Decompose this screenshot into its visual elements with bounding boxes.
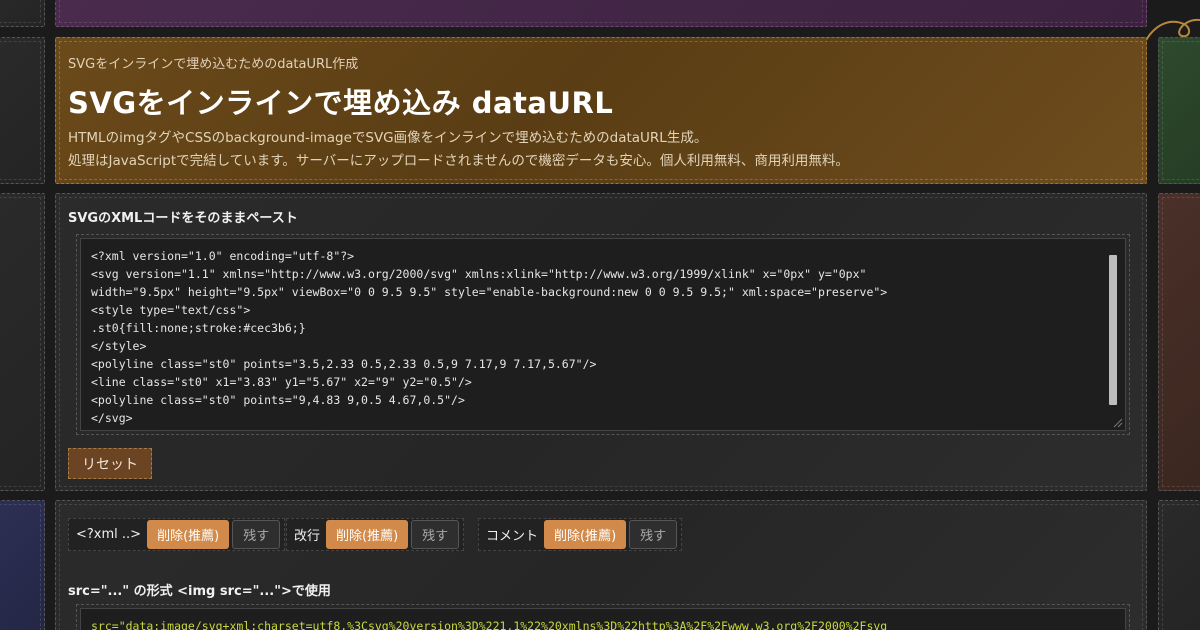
newline-remove-button[interactable]: 削除(推薦) (326, 520, 409, 549)
bg-panel-left-2 (0, 193, 45, 491)
code-line: <polyline class="st0" points="3.5,2.33 0… (91, 357, 597, 371)
option-xml-declaration: <?xml ..> 削除(推薦) 残す (68, 518, 286, 551)
bg-panel-right-green (1158, 37, 1200, 184)
code-line: width="9.5px" height="9.5px" viewBox="0 … (91, 285, 888, 299)
page-subtitle: SVGをインラインで埋め込むためのdataURL作成 (68, 57, 359, 72)
bg-panel-right-brown (1158, 193, 1200, 491)
code-line: <style type="text/css"> (91, 303, 251, 317)
output-code-box[interactable]: src="data:image/svg+xml;charset=utf8,%3C… (76, 604, 1130, 630)
xml-remove-button[interactable]: 削除(推薦) (147, 520, 230, 549)
svg-code-content: <?xml version="1.0" encoding="utf-8"?> <s… (91, 247, 1115, 427)
output-code-content: src="data:image/svg+xml;charset=utf8,%3C… (91, 619, 888, 630)
comment-remove-button[interactable]: 削除(推薦) (544, 520, 627, 549)
bg-panel-top-purple (55, 0, 1147, 27)
option-newline-label: 改行 (294, 529, 321, 544)
decorative-curl-icon (1143, 18, 1200, 45)
bg-panel-right-3 (1158, 500, 1200, 630)
description-line-1: HTMLのimgタグやCSSのbackground-imageでSVG画像をイン… (68, 130, 708, 146)
option-comment: コメント 削除(推薦) 残す (478, 518, 683, 551)
description-line-2: 処理はJavaScriptで完結しています。サーバーにアップロードされませんので… (68, 153, 849, 169)
svg-code-textarea[interactable]: <?xml version="1.0" encoding="utf-8"?> <s… (76, 234, 1130, 435)
xml-keep-button[interactable]: 残す (232, 520, 281, 549)
code-line: <line class="st0" x1="3.83" y1="5.67" x2… (91, 375, 472, 389)
page-description: HTMLのimgタグやCSSのbackground-imageでSVG画像をイン… (68, 127, 849, 173)
bg-panel-left-top (0, 0, 45, 27)
code-line: <polyline class="st0" points="9,4.83 9,0… (91, 393, 465, 407)
bg-panel-left-1 (0, 37, 45, 184)
code-line: </style> (91, 339, 147, 353)
option-xml-label: <?xml ..> (76, 527, 142, 542)
page-title: SVGをインラインで埋め込み dataURL (68, 86, 614, 120)
reset-button[interactable]: リセット (68, 448, 152, 479)
newline-keep-button[interactable]: 残す (411, 520, 460, 549)
comment-keep-button[interactable]: 残す (629, 520, 678, 549)
code-line: <svg version="1.1" xmlns="http://www.w3.… (91, 267, 867, 281)
option-newline: 改行 削除(推薦) 残す (286, 518, 465, 551)
code-line: .st0{fill:none;stroke:#cec3b6;} (91, 321, 306, 335)
bg-panel-left-blue (0, 500, 45, 630)
option-comment-label: コメント (486, 529, 539, 544)
code-line: </svg> (91, 411, 133, 425)
code-line: <?xml version="1.0" encoding="utf-8"?> (91, 249, 355, 263)
textarea-scrollbar[interactable] (1109, 255, 1117, 405)
resize-handle-icon[interactable] (1113, 418, 1123, 428)
output-section-label: src="..." の形式 <img src="...">で使用 (68, 584, 331, 599)
input-section-label: SVGのXMLコードをそのままペースト (68, 211, 298, 226)
